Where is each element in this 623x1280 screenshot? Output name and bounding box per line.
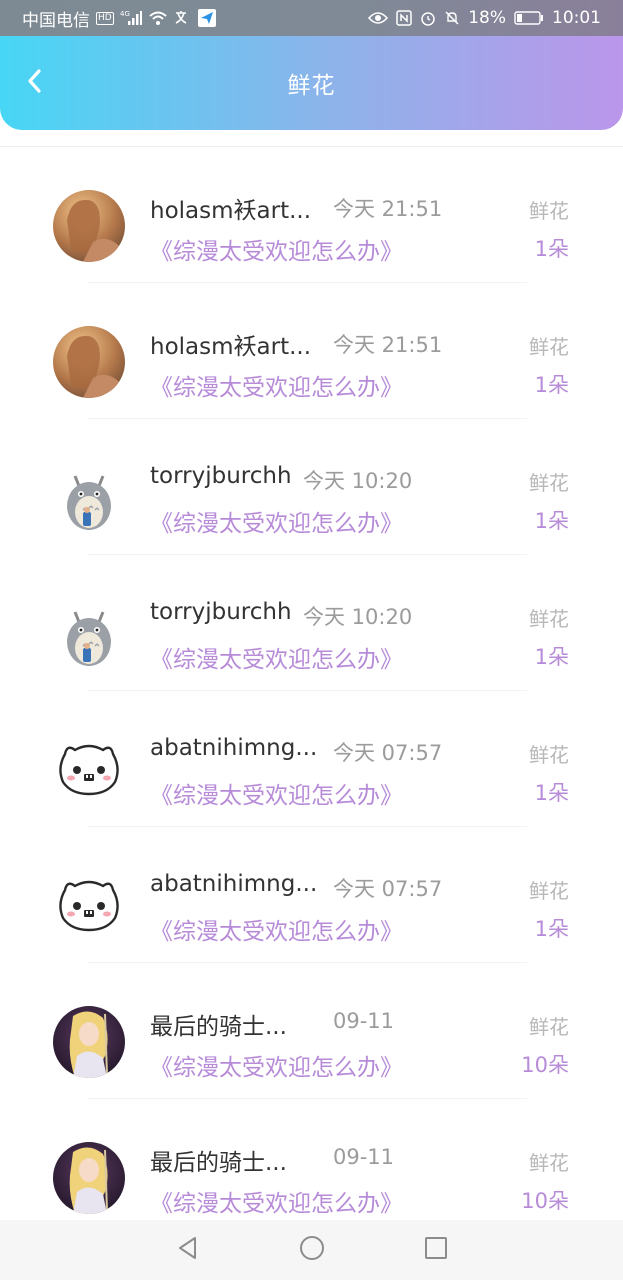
user-name[interactable]: torryjburchh — [150, 599, 292, 625]
anime-girl-avatar[interactable] — [53, 1142, 125, 1214]
user-name[interactable]: holasm袄art... — [150, 191, 311, 225]
gift-time: 今天 21:51 — [333, 333, 443, 357]
eye-icon — [368, 11, 389, 25]
flower-gift-list: holasm袄art... 今天 21:51 《综漫太受欢迎怎么办》 鲜花 1朵… — [0, 146, 623, 1220]
gift-time: 今天 21:51 — [333, 197, 443, 221]
back-triangle-icon — [175, 1235, 201, 1265]
gift-count: 1朵 — [534, 917, 569, 941]
cartoon-face-avatar[interactable] — [53, 870, 125, 942]
book-title-link[interactable]: 《综漫太受欢迎怎么办》 — [150, 1184, 403, 1218]
gift-record-item[interactable]: 最后的骑士... 09-11 《综漫太受欢迎怎么办》 鲜花 10朵 — [0, 963, 623, 1099]
nav-back-button[interactable] — [126, 1220, 250, 1280]
hd-badge: HD — [96, 11, 114, 25]
gift-type-label: 鲜花 — [529, 607, 569, 631]
back-button[interactable] — [16, 63, 52, 103]
gift-count: 10朵 — [521, 1053, 569, 1077]
gift-record-item[interactable]: 最后的骑士... 09-11 《综漫太受欢迎怎么办》 鲜花 10朵 — [0, 1099, 623, 1220]
photo-girl-avatar[interactable] — [53, 326, 125, 398]
user-name[interactable]: torryjburchh — [150, 463, 292, 489]
carrier-name: 中国电信 — [22, 10, 90, 31]
book-title-link[interactable]: 《综漫太受欢迎怎么办》 — [150, 776, 403, 810]
clock: 10:01 — [552, 8, 601, 28]
gift-time: 今天 10:20 — [303, 469, 413, 493]
gift-type-label: 鲜花 — [529, 335, 569, 359]
recents-square-icon — [424, 1236, 448, 1264]
status-right: 18% 10:01 — [368, 8, 601, 28]
gift-count: 1朵 — [534, 645, 569, 669]
book-title-link[interactable]: 《综漫太受欢迎怎么办》 — [150, 232, 403, 266]
user-name[interactable]: holasm袄art... — [150, 327, 311, 361]
system-nav-bar — [0, 1220, 623, 1280]
battery-icon — [514, 11, 544, 25]
home-circle-icon — [298, 1234, 326, 1266]
gift-type-label: 鲜花 — [529, 879, 569, 903]
svg-text:4G: 4G — [120, 10, 130, 18]
book-title-link[interactable]: 《综漫太受欢迎怎么办》 — [150, 368, 403, 402]
book-title-link[interactable]: 《综漫太受欢迎怎么办》 — [150, 912, 403, 946]
status-left: 中国电信 HD 4G — [22, 6, 216, 31]
nav-recents-button[interactable] — [374, 1220, 498, 1280]
gift-count: 1朵 — [534, 237, 569, 261]
wifi-icon — [148, 10, 168, 26]
book-title-link[interactable]: 《综漫太受欢迎怎么办》 — [150, 504, 403, 538]
gift-time: 今天 07:57 — [333, 877, 443, 901]
gift-time: 今天 07:57 — [333, 741, 443, 765]
user-name[interactable]: abatnihimng... — [150, 735, 317, 761]
app-header: 鲜花 — [0, 36, 623, 130]
photo-girl-avatar[interactable] — [53, 190, 125, 262]
totoro-avatar[interactable] — [53, 598, 125, 670]
gift-type-label: 鲜花 — [529, 471, 569, 495]
user-name[interactable]: 最后的骑士... — [150, 1143, 287, 1177]
status-bar: 中国电信 HD 4G 18% 10:01 — [0, 0, 623, 36]
mute-icon — [444, 10, 460, 26]
gift-record-item[interactable]: abatnihimng... 今天 07:57 《综漫太受欢迎怎么办》 鲜花 1… — [0, 827, 623, 963]
gift-count: 10朵 — [521, 1189, 569, 1213]
signal-icon: 4G — [120, 10, 142, 26]
chevron-left-icon — [26, 68, 42, 98]
page-title: 鲜花 — [287, 73, 336, 99]
gift-count: 1朵 — [534, 509, 569, 533]
translate-icon — [174, 10, 192, 26]
gift-type-label: 鲜花 — [529, 199, 569, 223]
gift-record-item[interactable]: torryjburchh 今天 10:20 《综漫太受欢迎怎么办》 鲜花 1朵 — [0, 419, 623, 555]
gift-record-item[interactable]: holasm袄art... 今天 21:51 《综漫太受欢迎怎么办》 鲜花 1朵 — [0, 283, 623, 419]
book-title-link[interactable]: 《综漫太受欢迎怎么办》 — [150, 1048, 403, 1082]
nav-home-button[interactable] — [250, 1220, 374, 1280]
gift-time: 09-11 — [333, 1009, 395, 1033]
gift-record-item[interactable]: torryjburchh 今天 10:20 《综漫太受欢迎怎么办》 鲜花 1朵 — [0, 555, 623, 691]
book-title-link[interactable]: 《综漫太受欢迎怎么办》 — [150, 640, 403, 674]
nfc-icon — [396, 10, 412, 26]
gift-record-item[interactable]: abatnihimng... 今天 07:57 《综漫太受欢迎怎么办》 鲜花 1… — [0, 691, 623, 827]
battery-percent: 18% — [468, 8, 506, 28]
gift-record-item[interactable]: holasm袄art... 今天 21:51 《综漫太受欢迎怎么办》 鲜花 1朵 — [0, 147, 623, 283]
gift-type-label: 鲜花 — [529, 1151, 569, 1175]
gift-time: 今天 10:20 — [303, 605, 413, 629]
gift-type-label: 鲜花 — [529, 743, 569, 767]
gift-count: 1朵 — [534, 781, 569, 805]
gift-type-label: 鲜花 — [529, 1015, 569, 1039]
user-name[interactable]: 最后的骑士... — [150, 1007, 287, 1041]
send-icon — [197, 9, 216, 27]
cartoon-face-avatar[interactable] — [53, 734, 125, 806]
alarm-icon — [420, 10, 436, 26]
gift-time: 09-11 — [333, 1145, 395, 1169]
totoro-avatar[interactable] — [53, 462, 125, 534]
anime-girl-avatar[interactable] — [53, 1006, 125, 1078]
user-name[interactable]: abatnihimng... — [150, 871, 317, 897]
gift-count: 1朵 — [534, 373, 569, 397]
